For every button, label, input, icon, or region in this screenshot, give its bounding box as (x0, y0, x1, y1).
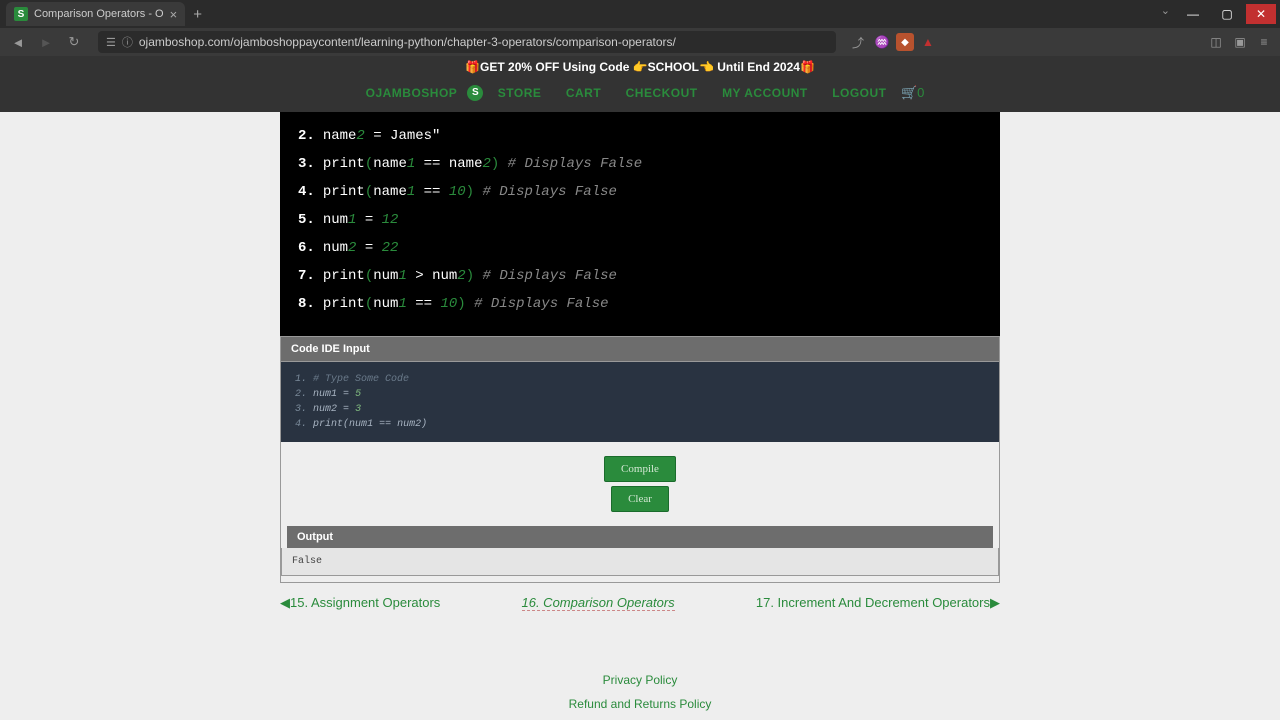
arrow-left-icon: ◀ (280, 595, 290, 610)
sidebar-icon[interactable]: ◫ (1206, 32, 1226, 52)
site-info-icon[interactable]: ⓘ (122, 34, 133, 50)
promo-banner: 🎁GET 20% OFF Using Code 👉SCHOOL👈 Until E… (0, 56, 1280, 78)
brand-logo-icon: S (467, 85, 483, 101)
ide-line: 1.# Type Some Code (295, 372, 985, 387)
next-link[interactable]: 17. Increment And Decrement Operators▶ (756, 595, 1000, 611)
warning-icon[interactable]: ▲ (918, 32, 938, 52)
maximize-button[interactable]: ▢ (1212, 4, 1242, 24)
reader-icon[interactable]: ☰ (106, 36, 116, 49)
code-line: 6.num2 = 22 (298, 234, 982, 262)
minimize-button[interactable]: — (1178, 4, 1208, 24)
tabs-area: S Comparison Operators - O × + (0, 0, 202, 28)
address-bar[interactable]: ☰ ⓘ ojamboshop.com/ojamboshoppaycontent/… (98, 31, 836, 53)
code-line: 3.print(name1 == name2) # Displays False (298, 150, 982, 178)
titlebar: S Comparison Operators - O × + ⌄ — ▢ ✕ (0, 0, 1280, 28)
favicon: S (14, 7, 28, 21)
compile-button[interactable]: Compile (604, 456, 676, 482)
privacy-link[interactable]: Privacy Policy (280, 673, 1000, 687)
toolbar-icons: ⤴ ♒ ◆ ▲ ◫ ▣ ≡ (848, 32, 1274, 52)
cart-icon[interactable]: 🛒0 (901, 85, 924, 100)
page-viewport[interactable]: 🎁GET 20% OFF Using Code 👉SCHOOL👈 Until E… (0, 56, 1280, 720)
clear-button[interactable]: Clear (611, 486, 669, 512)
window-controls: ⌄ — ▢ ✕ (1157, 4, 1280, 24)
close-window-button[interactable]: ✕ (1246, 4, 1276, 24)
nav-store[interactable]: STORE (498, 86, 542, 100)
ide-line: 3.num2 = 3 (295, 402, 985, 417)
code-example: 2.name2 = James"3.print(name1 == name2) … (280, 112, 1000, 336)
current-link[interactable]: 16. Comparison Operators (522, 595, 675, 611)
share-icon[interactable]: ⤴ (848, 32, 868, 52)
footer: Privacy Policy Refund and Returns Policy (280, 623, 1000, 720)
code-line: 7.print(num1 > num2) # Displays False (298, 262, 982, 290)
ide-line: 2.num1 = 5 (295, 387, 985, 402)
output-section: Output False (280, 526, 1000, 583)
chevron-down-icon[interactable]: ⌄ (1157, 4, 1174, 24)
code-line: 5.num1 = 12 (298, 206, 982, 234)
back-button[interactable]: ◄ (6, 30, 30, 54)
site-nav: OJAMBOSHOP S STORE CART CHECKOUT MY ACCOU… (0, 78, 1280, 112)
prev-link[interactable]: ◀15. Assignment Operators (280, 595, 440, 611)
ide-input[interactable]: 1.# Type Some Code2.num1 = 53.num2 = 34.… (280, 362, 1000, 442)
tab-title: Comparison Operators - O (34, 8, 164, 20)
forward-button[interactable]: ► (34, 30, 58, 54)
rss-icon[interactable]: ♒ (872, 32, 892, 52)
nav-logout[interactable]: LOGOUT (832, 86, 886, 100)
browser-toolbar: ◄ ► ↻ ☰ ⓘ ojamboshop.com/ojamboshoppayco… (0, 28, 1280, 56)
url-text: ojamboshop.com/ojamboshoppaycontent/lear… (139, 35, 828, 49)
nav-account[interactable]: MY ACCOUNT (722, 86, 808, 100)
shield-icon[interactable]: ◆ (896, 33, 914, 51)
browser-tab[interactable]: S Comparison Operators - O × (6, 2, 185, 26)
nav-brand[interactable]: OJAMBOSHOP (366, 86, 458, 100)
pagination: ◀15. Assignment Operators 16. Comparison… (280, 583, 1000, 623)
reload-button[interactable]: ↻ (62, 30, 86, 54)
code-line: 4.print(name1 == 10) # Displays False (298, 178, 982, 206)
new-tab-button[interactable]: + (193, 6, 202, 23)
menu-icon[interactable]: ≡ (1254, 32, 1274, 52)
output-header: Output (287, 526, 993, 548)
nav-checkout[interactable]: CHECKOUT (626, 86, 698, 100)
code-line: 2.name2 = James" (298, 122, 982, 150)
refund-link[interactable]: Refund and Returns Policy (280, 697, 1000, 711)
code-line: 8.print(num1 == 10) # Displays False (298, 290, 982, 318)
output-value: False (281, 548, 999, 576)
ide-line: 4.print(num1 == num2) (295, 417, 985, 432)
extensions-icon[interactable]: ▣ (1230, 32, 1250, 52)
ide-header: Code IDE Input (280, 336, 1000, 362)
arrow-right-icon: ▶ (990, 595, 1000, 610)
main-content: 2.name2 = James"3.print(name1 == name2) … (280, 112, 1000, 720)
nav-cart[interactable]: CART (566, 86, 601, 100)
ide-buttons: Compile Clear (280, 442, 1000, 526)
tab-close-icon[interactable]: × (170, 7, 178, 22)
